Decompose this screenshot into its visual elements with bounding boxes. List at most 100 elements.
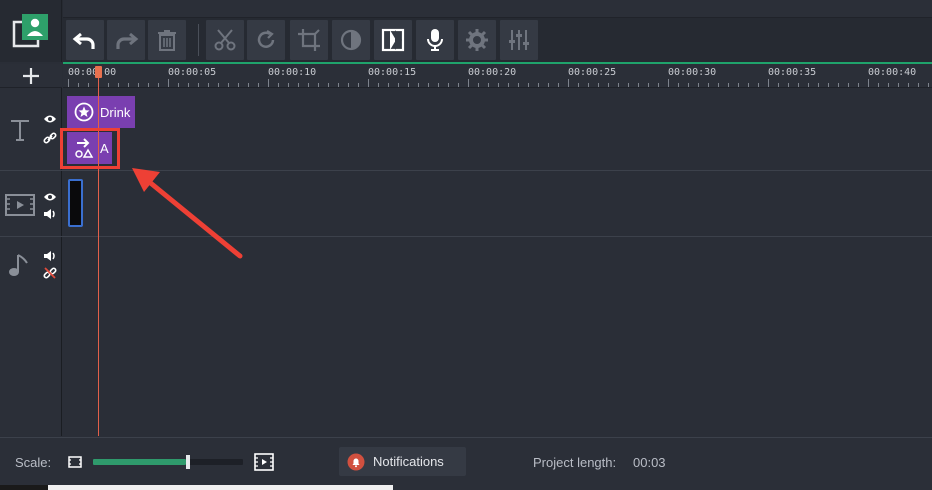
ruler-tick bbox=[438, 83, 439, 87]
transition-button[interactable] bbox=[374, 20, 412, 60]
ruler-tick bbox=[118, 83, 119, 87]
ruler-time-label: 00:00:15 bbox=[368, 67, 417, 78]
redo-button[interactable] bbox=[107, 20, 145, 60]
delete-button[interactable] bbox=[148, 20, 186, 60]
status-bar: Scale: Notifications Project length: 00:… bbox=[0, 437, 932, 490]
scale-slider-fill bbox=[93, 459, 186, 465]
equalizer-button[interactable] bbox=[500, 20, 538, 60]
ruler-tick bbox=[818, 83, 819, 87]
ruler-tick bbox=[178, 83, 179, 87]
ruler-tick bbox=[258, 83, 259, 87]
time-ruler[interactable]: 00:00:00 00:00:05 00:00:10 00:00:15 00:00:20… bbox=[63, 64, 932, 88]
ruler-tick bbox=[468, 79, 469, 87]
ruler-tick bbox=[548, 83, 549, 87]
bell-icon bbox=[347, 453, 365, 470]
ruler-tick bbox=[448, 83, 449, 87]
title-clip-drink[interactable]: Drink bbox=[67, 96, 135, 128]
left-header bbox=[0, 0, 62, 62]
ruler-time-label: 00:00:05 bbox=[168, 67, 217, 78]
ruler-tick bbox=[688, 83, 689, 87]
scale-slider-thumb[interactable] bbox=[186, 455, 190, 469]
scale-slider-track[interactable] bbox=[93, 459, 243, 465]
ruler-tick bbox=[718, 83, 719, 87]
playhead-handle[interactable] bbox=[95, 66, 102, 78]
eye-icon[interactable] bbox=[43, 114, 57, 124]
ruler-tick bbox=[498, 83, 499, 87]
ruler-tick bbox=[738, 83, 739, 87]
ruler-tick bbox=[538, 83, 539, 87]
ruler-tick bbox=[338, 83, 339, 87]
ruler-tick bbox=[648, 83, 649, 87]
ruler-tick bbox=[518, 83, 519, 87]
notifications-button[interactable]: Notifications bbox=[339, 447, 466, 476]
title-clip-label: Drink bbox=[100, 104, 131, 120]
ruler-tick bbox=[418, 83, 419, 87]
ruler-tick bbox=[678, 83, 679, 87]
speaker-icon[interactable] bbox=[43, 208, 57, 220]
ruler-tick bbox=[268, 79, 269, 87]
redo-icon bbox=[116, 32, 139, 49]
project-length-label: Project length: bbox=[533, 455, 617, 470]
toolbar-separator bbox=[198, 24, 199, 56]
scale-label: Scale: bbox=[15, 455, 52, 470]
ruler-tick bbox=[238, 83, 239, 87]
ruler-time-label: 00:00:40 bbox=[868, 67, 917, 78]
crop-button[interactable] bbox=[290, 20, 328, 60]
ruler-tick bbox=[388, 83, 389, 87]
ruler-tick bbox=[698, 83, 699, 87]
ruler-tick bbox=[668, 79, 669, 87]
ruler-tick bbox=[358, 83, 359, 87]
unlink-icon[interactable] bbox=[43, 266, 57, 280]
contrast-icon bbox=[340, 29, 362, 51]
ruler-tick bbox=[288, 83, 289, 87]
ruler-tick bbox=[368, 79, 369, 87]
ruler-tick bbox=[478, 83, 479, 87]
ruler-tick bbox=[458, 83, 459, 87]
video-track-icon bbox=[5, 194, 35, 216]
notifications-label: Notifications bbox=[373, 454, 444, 469]
ruler-tick bbox=[828, 83, 829, 87]
ruler-tick bbox=[898, 83, 899, 87]
ruler-time-label: 00:00:25 bbox=[568, 67, 617, 78]
zoom-in-film-icon[interactable] bbox=[254, 453, 274, 471]
ruler-tick bbox=[138, 83, 139, 87]
color-adjust-button[interactable] bbox=[332, 20, 370, 60]
ruler-tick bbox=[568, 79, 569, 87]
ruler-tick bbox=[278, 83, 279, 87]
user-profile-icon[interactable] bbox=[12, 12, 50, 50]
scissors-icon bbox=[214, 29, 236, 51]
ruler-time-label: 00:00:35 bbox=[768, 67, 817, 78]
music-note-icon bbox=[9, 254, 28, 276]
video-clip[interactable] bbox=[68, 179, 83, 227]
ruler-tick bbox=[918, 83, 919, 87]
ruler-tick bbox=[608, 83, 609, 87]
track-header-column bbox=[0, 88, 62, 436]
ruler-tick bbox=[748, 83, 749, 87]
ruler-tick bbox=[808, 83, 809, 87]
ruler-tick bbox=[928, 83, 929, 87]
rotate-button[interactable] bbox=[247, 20, 285, 60]
ruler-tick bbox=[398, 83, 399, 87]
ruler-tick bbox=[148, 83, 149, 87]
link-icon[interactable] bbox=[43, 131, 57, 145]
title-track-icon bbox=[11, 120, 29, 141]
ruler-tick bbox=[848, 83, 849, 87]
ruler-tick bbox=[728, 83, 729, 87]
ruler-tick bbox=[108, 83, 109, 87]
ruler-tick bbox=[908, 83, 909, 87]
eye-icon[interactable] bbox=[43, 192, 57, 202]
ruler-tick bbox=[348, 83, 349, 87]
undo-button[interactable] bbox=[66, 20, 104, 60]
clip-properties-button[interactable] bbox=[458, 20, 496, 60]
add-track-button[interactable] bbox=[0, 64, 62, 88]
annotation-highlight-box bbox=[60, 128, 120, 169]
ruler-tick bbox=[588, 83, 589, 87]
record-voice-button[interactable] bbox=[416, 20, 454, 60]
speaker-icon[interactable] bbox=[43, 250, 57, 262]
ruler-tick bbox=[878, 83, 879, 87]
ruler-tick bbox=[768, 79, 769, 87]
star-icon bbox=[74, 102, 94, 122]
ruler-tick bbox=[798, 83, 799, 87]
cut-button[interactable] bbox=[206, 20, 244, 60]
zoom-out-film-icon[interactable] bbox=[68, 456, 82, 468]
